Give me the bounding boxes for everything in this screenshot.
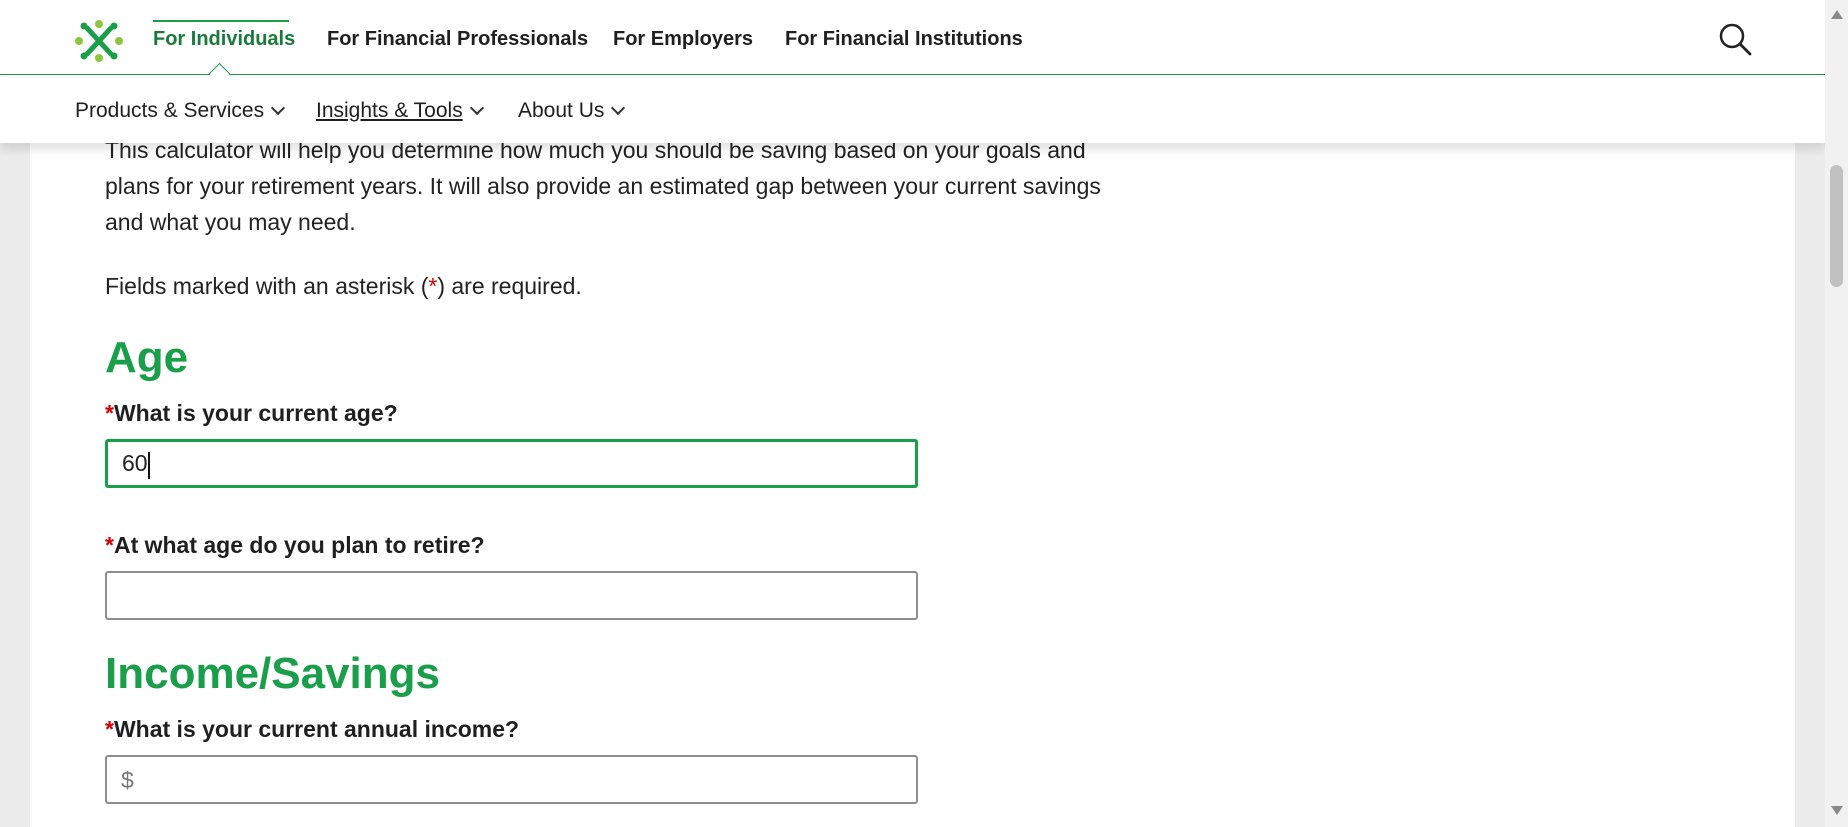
scrollbar-thumb[interactable] — [1830, 165, 1843, 287]
annual-income-input[interactable] — [107, 757, 916, 802]
intro-line-2: plans for your retirement years. It will… — [105, 173, 1101, 199]
required-asterisk: * — [105, 400, 114, 426]
chevron-down-icon — [271, 100, 286, 116]
active-tab-indicator — [153, 20, 289, 22]
retire-age-field[interactable] — [105, 571, 918, 620]
current-age-field[interactable] — [105, 439, 918, 488]
required-asterisk: * — [428, 273, 438, 299]
secondary-navigation-bar: Products & Services Insights & Tools Abo… — [0, 75, 1825, 143]
required-fields-note: Fields marked with an asterisk (*) are r… — [105, 273, 582, 299]
intro-text: This calculator will help you determine … — [105, 132, 1205, 240]
subnav-about-us[interactable]: About Us — [518, 99, 626, 123]
currency-prefix: $ — [121, 767, 134, 793]
current-age-label: *What is your current age? — [105, 400, 398, 426]
scroll-up-arrow-icon[interactable] — [1831, 10, 1843, 19]
nav-for-financial-institutions[interactable]: For Financial Institutions — [785, 28, 1023, 51]
retire-age-input[interactable] — [107, 573, 916, 618]
required-asterisk: * — [105, 532, 114, 558]
section-heading-age: Age — [105, 333, 189, 382]
annual-income-field[interactable]: $ — [105, 755, 918, 804]
current-age-input[interactable] — [108, 442, 915, 485]
scroll-down-arrow-icon[interactable] — [1831, 806, 1843, 815]
annual-income-label: *What is your current annual income? — [105, 716, 520, 742]
nav-for-individuals[interactable]: For Individuals — [153, 28, 295, 51]
intro-line-3: and what you may need. — [105, 209, 356, 235]
chevron-down-icon — [611, 100, 626, 116]
subnav-products-services[interactable]: Products & Services — [75, 99, 286, 123]
brand-logo-icon[interactable] — [73, 18, 125, 64]
nav-for-employers[interactable]: For Employers — [613, 28, 753, 51]
vertical-scrollbar[interactable] — [1825, 0, 1848, 827]
search-icon[interactable] — [1718, 22, 1752, 56]
subnav-insights-tools[interactable]: Insights & Tools — [316, 99, 484, 123]
section-heading-income-savings: Income/Savings — [105, 649, 441, 698]
nav-for-financial-professionals[interactable]: For Financial Professionals — [327, 28, 588, 51]
chevron-down-icon — [469, 100, 484, 116]
text-caret — [148, 452, 150, 479]
retire-age-label: *At what age do you plan to retire? — [105, 532, 485, 558]
top-navigation-bar: For Individuals For Financial Profession… — [0, 0, 1825, 75]
calculator-content: This calculator will help you determine … — [105, 120, 1205, 804]
required-asterisk: * — [105, 716, 114, 742]
